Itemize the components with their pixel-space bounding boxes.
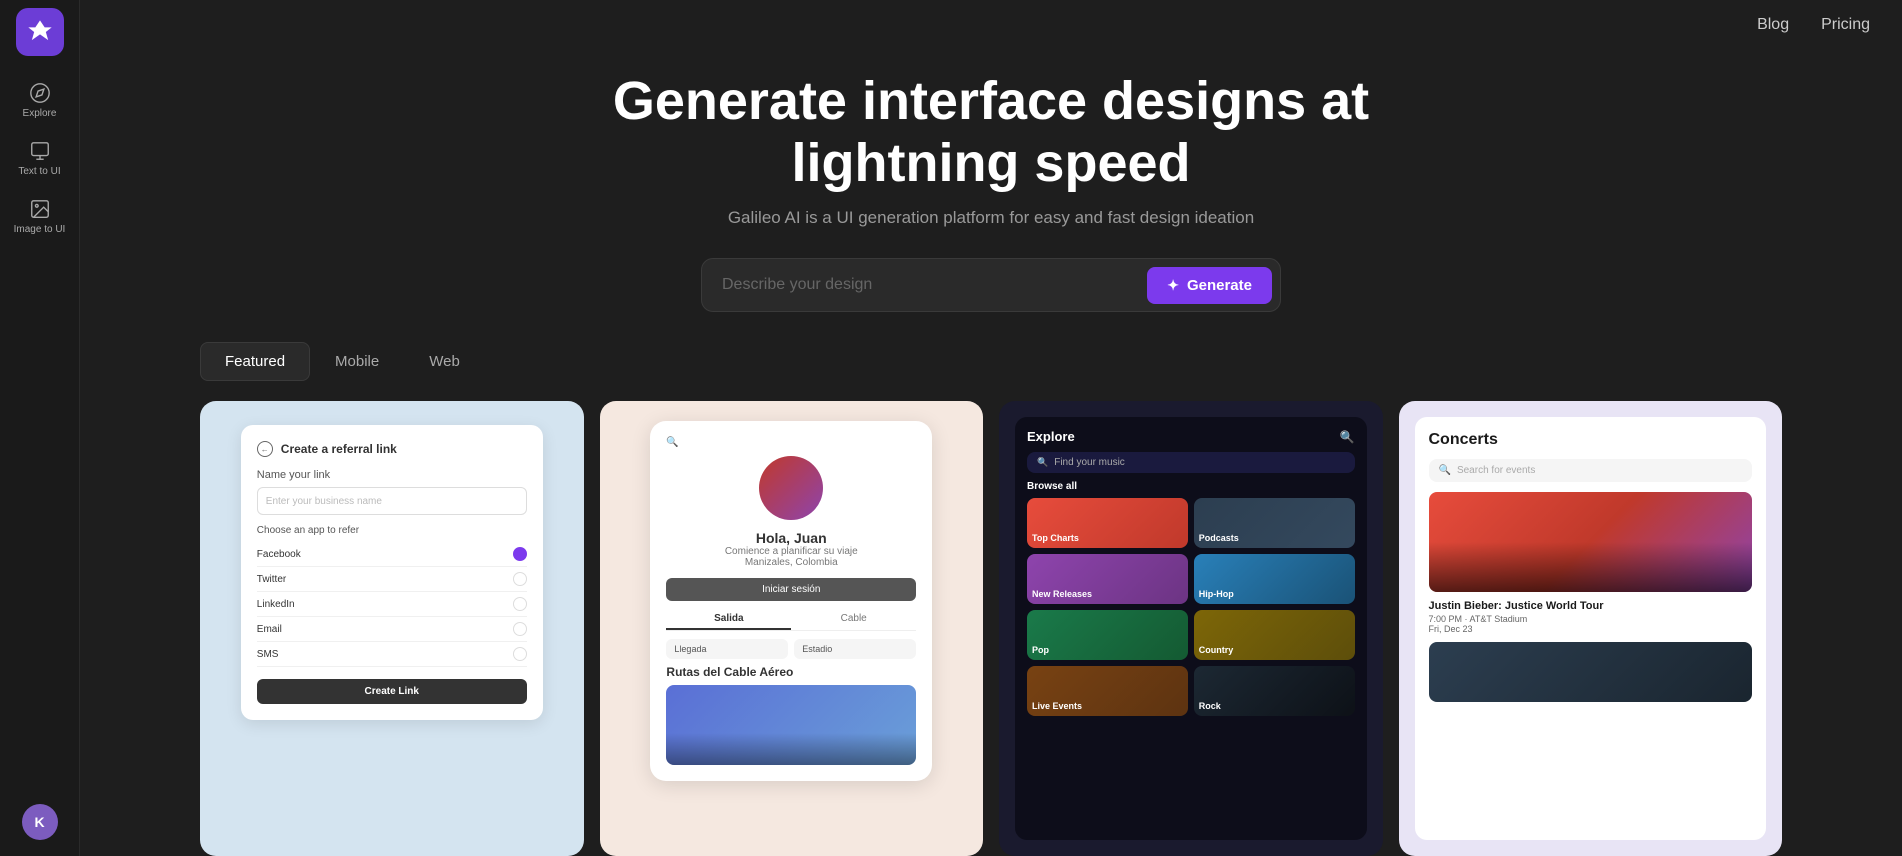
card4-search-icon: 🔍: [1439, 465, 1451, 476]
sidebar-item-image-to-ui-label: Image to UI: [14, 224, 66, 236]
card2-arrival: Estadio: [794, 639, 916, 659]
card3-tiles-grid: Top Charts Podcasts New Releases Hip-Hop: [1027, 498, 1355, 716]
compass-icon: [29, 82, 51, 104]
pricing-link[interactable]: Pricing: [1821, 16, 1870, 34]
card1-name-input: Enter your business name: [257, 487, 527, 515]
card2-tab-salida[interactable]: Salida: [666, 609, 791, 630]
radio-linkedin-circle: [513, 597, 527, 611]
sidebar-item-text-to-ui-label: Text to UI: [18, 166, 60, 178]
sidebar-item-image-to-ui[interactable]: Image to UI: [0, 188, 80, 246]
sidebar-item-explore-label: Explore: [23, 108, 57, 120]
card3-search-text: Find your music: [1054, 457, 1125, 468]
radio-twitter: Twitter: [257, 567, 527, 592]
main-content: Blog Pricing Generate interface designs …: [80, 0, 1902, 856]
card4-event-name: Justin Bieber: Justice World Tour: [1429, 600, 1753, 612]
sidebar: Explore Text to UI Image to UI K: [0, 0, 80, 856]
tile-country[interactable]: Country: [1194, 610, 1355, 660]
tile-new-releases[interactable]: New Releases: [1027, 554, 1188, 604]
top-navigation: Blog Pricing: [1725, 0, 1902, 50]
tab-featured[interactable]: Featured: [200, 342, 310, 381]
card1-title: Create a referral link: [281, 442, 397, 456]
generate-label: Generate: [1187, 277, 1252, 294]
hero-section: Generate interface designs at lightning …: [80, 0, 1902, 342]
sidebar-item-text-to-ui[interactable]: Text to UI: [0, 130, 80, 188]
card2-search-icon: 🔍: [666, 437, 678, 448]
radio-email-circle: [513, 622, 527, 636]
card3-header-title: Explore: [1027, 429, 1075, 444]
tile-rock[interactable]: Rock: [1194, 666, 1355, 716]
card3-browse-label: Browse all: [1027, 481, 1355, 492]
card1-name-label: Name your link: [257, 469, 527, 481]
tile-live-events[interactable]: Live Events: [1027, 666, 1188, 716]
card2-departure: Llegada: [666, 639, 788, 659]
card4-title: Concerts: [1429, 431, 1753, 449]
card2-tabs: Salida Cable: [666, 609, 916, 631]
card-concerts[interactable]: Concerts 🔍 Search for events Justin Bieb…: [1399, 401, 1783, 856]
cards-grid: ← Create a referral link Name your link …: [80, 401, 1902, 856]
card-music[interactable]: Explore 🔍 🔍 Find your music Browse all T…: [999, 401, 1383, 856]
radio-facebook-circle: [513, 547, 527, 561]
hero-subtitle: Galileo AI is a UI generation platform f…: [728, 208, 1254, 228]
tile-hiphop[interactable]: Hip-Hop: [1194, 554, 1355, 604]
radio-sms-circle: [513, 647, 527, 661]
avatar-label: K: [34, 814, 44, 830]
blog-link[interactable]: Blog: [1757, 16, 1789, 34]
tile-podcasts[interactable]: Podcasts: [1194, 498, 1355, 548]
card4-event-time: 7:00 PM · AT&T Stadium Fri, Dec 23: [1429, 614, 1753, 634]
card4-search-bar: 🔍 Search for events: [1429, 459, 1753, 482]
edit-icon: [29, 140, 51, 162]
hero-title: Generate interface designs at lightning …: [591, 70, 1391, 194]
tile-charts[interactable]: Top Charts: [1027, 498, 1188, 548]
filter-tabs: Featured Mobile Web: [80, 342, 1902, 381]
radio-sms: SMS: [257, 642, 527, 667]
card-travel[interactable]: 🔍 Hola, Juan Comience a planificar su vi…: [600, 401, 984, 856]
card2-user-subtitle: Comience a planificar su viajeManizales,…: [666, 546, 916, 568]
radio-facebook: Facebook: [257, 542, 527, 567]
image-icon: [29, 198, 51, 220]
generate-button[interactable]: ✦ Generate: [1147, 267, 1272, 304]
app-logo[interactable]: [16, 8, 64, 56]
sidebar-item-explore[interactable]: Explore: [0, 72, 80, 130]
card2-login-btn[interactable]: Iniciar sesión: [666, 578, 916, 601]
radio-email: Email: [257, 617, 527, 642]
sparkle-icon: ✦: [1167, 277, 1179, 294]
card3-search-icon: 🔍: [1340, 430, 1355, 444]
card4-event-image: [1429, 492, 1753, 592]
card1-back-icon: ←: [257, 441, 273, 457]
card2-user-avatar: [759, 456, 823, 520]
user-avatar[interactable]: K: [22, 804, 58, 840]
card4-search-placeholder: Search for events: [1457, 465, 1535, 476]
card1-cta-button[interactable]: Create Link: [257, 679, 527, 704]
card2-user-name: Hola, Juan: [666, 530, 916, 546]
card2-route-title: Rutas del Cable Aéreo: [666, 665, 916, 679]
tab-web[interactable]: Web: [404, 342, 485, 381]
design-search-input[interactable]: [722, 276, 1137, 294]
card2-route-image: [666, 685, 916, 765]
radio-twitter-circle: [513, 572, 527, 586]
tab-mobile[interactable]: Mobile: [310, 342, 404, 381]
card1-choose-label: Choose an app to refer: [257, 525, 527, 536]
tile-pop[interactable]: Pop: [1027, 610, 1188, 660]
radio-linkedin: LinkedIn: [257, 592, 527, 617]
card2-tab-cable[interactable]: Cable: [791, 609, 916, 630]
card4-second-image: [1429, 642, 1753, 702]
card3-search-bar: 🔍 Find your music: [1027, 452, 1355, 473]
logo-icon: [26, 18, 54, 46]
card-referral[interactable]: ← Create a referral link Name your link …: [200, 401, 584, 856]
design-search-bar: ✦ Generate: [701, 258, 1281, 312]
card1-placeholder: Enter your business name: [266, 496, 382, 507]
